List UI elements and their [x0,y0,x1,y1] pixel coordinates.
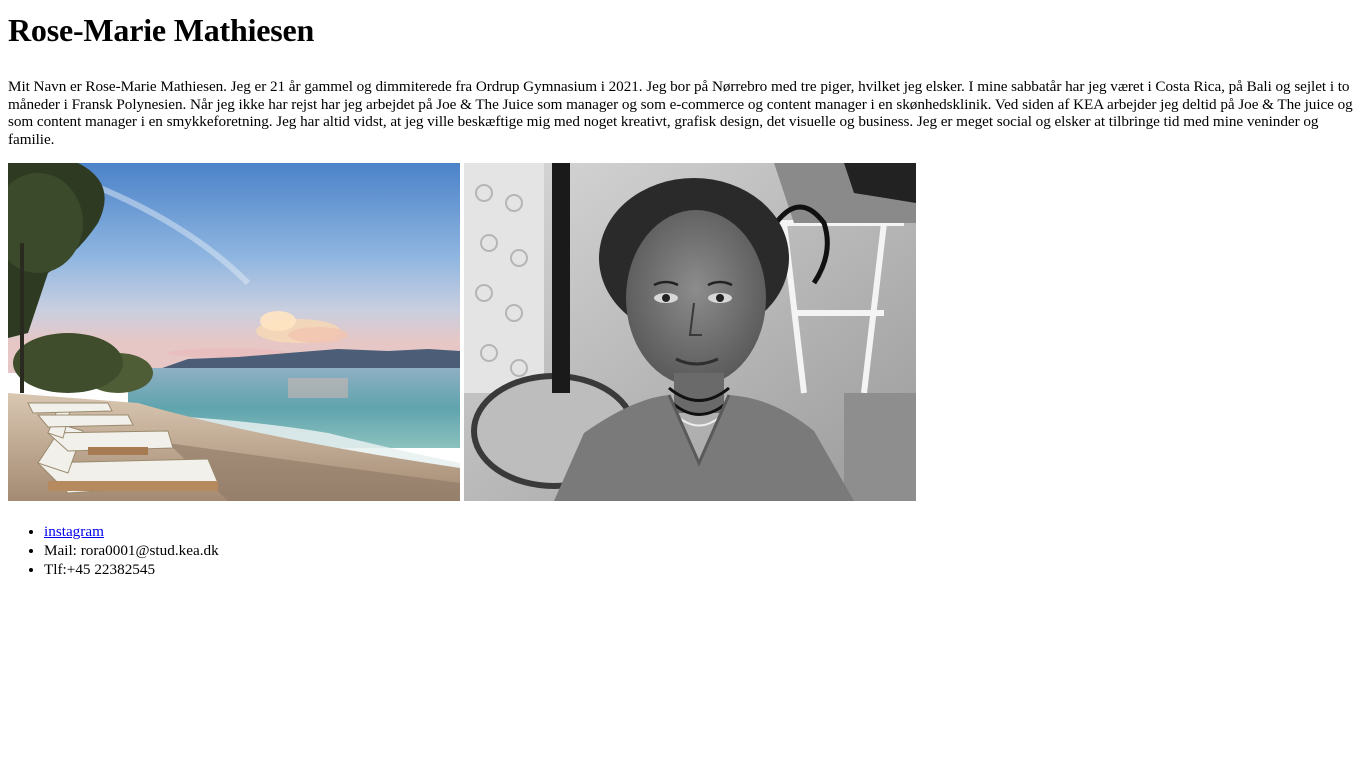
contact-item-instagram: instagram [44,522,1358,541]
photo-gallery [8,163,1358,501]
beach-sunset-photo [8,163,460,501]
contact-item-mail: Mail: rora0001@stud.kea.dk [44,541,1358,560]
contact-item-phone: Tlf:+45 22382545 [44,560,1358,579]
contact-list: instagram Mail: rora0001@stud.kea.dk Tlf… [8,522,1358,579]
page: Rose-Marie Mathiesen Mit Navn er Rose-Ma… [0,0,1366,579]
page-title: Rose-Marie Mathiesen [8,12,315,48]
bio-paragraph: Mit Navn er Rose-Marie Mathiesen. Jeg er… [8,78,1353,148]
portrait-photo [464,163,916,501]
instagram-link[interactable]: instagram [44,523,104,540]
